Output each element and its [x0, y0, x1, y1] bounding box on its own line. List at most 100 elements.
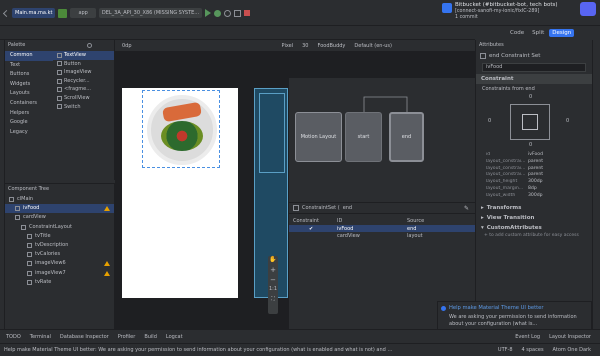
palette-category[interactable]: Widgets: [5, 80, 53, 90]
project-file-tab[interactable]: Main.ma.ma.kt: [12, 8, 56, 18]
right-tool-strip: [592, 40, 600, 340]
attribute-value[interactable]: 300dp: [528, 193, 543, 200]
attribute-key: id: [486, 152, 491, 157]
search-icon[interactable]: [87, 43, 92, 48]
warning-icon[interactable]: [104, 270, 110, 276]
zoom-in-icon[interactable]: +: [268, 266, 278, 276]
palette-item[interactable]: Recycler...: [53, 77, 114, 86]
table-row[interactable]: ✔ ivFood end: [289, 225, 475, 232]
attribute-row[interactable]: layout_margin... 8dp: [476, 186, 592, 193]
edit-icon[interactable]: ✎: [464, 205, 469, 212]
custom-attributes-section[interactable]: ▾ CustomAttributes: [476, 223, 592, 233]
device-select[interactable]: DEL_3A_API_30_X86 (MISSING SYSTE...: [98, 8, 203, 18]
run-config-select[interactable]: app: [70, 8, 96, 18]
api-dropdown[interactable]: 30: [299, 41, 311, 51]
debug-icon[interactable]: [214, 9, 222, 17]
profile-icon[interactable]: [224, 9, 232, 17]
terminal-tab[interactable]: Terminal: [30, 334, 51, 340]
attribute-row[interactable]: layout_constrai... parent: [476, 159, 592, 166]
device-dropdown[interactable]: Pixel: [279, 41, 297, 51]
tree-node[interactable]: tvTitle: [5, 232, 114, 241]
bitbucket-notification[interactable]: Bitbucket (#bitbucket-bot, tech bots) [c…: [440, 0, 600, 24]
theme-dropdown[interactable]: FoodBuddy: [315, 41, 349, 51]
table-row[interactable]: cardView layout: [289, 232, 475, 239]
tree-node[interactable]: imageView7: [5, 269, 114, 278]
end-constraint-card[interactable]: end: [389, 112, 424, 162]
motion-layout-card[interactable]: Motion Layout: [295, 112, 342, 162]
attribute-value[interactable]: parent: [528, 159, 543, 166]
start-constraint-card[interactable]: start: [345, 112, 382, 162]
attribute-row[interactable]: layout_width 300dp: [476, 193, 592, 200]
device-preview[interactable]: [122, 88, 238, 298]
palette-panel: Palette Common Text Buttons Widgets Layo…: [5, 40, 115, 180]
pan-icon[interactable]: ✋: [268, 256, 278, 266]
palette-category[interactable]: Containers: [5, 99, 53, 109]
split-view-button[interactable]: Split: [529, 29, 547, 37]
tree-node[interactable]: imageView6: [5, 259, 114, 268]
stop-icon[interactable]: [244, 10, 251, 16]
palette-category[interactable]: Buttons: [5, 70, 53, 80]
margin-right-value[interactable]: 0: [566, 118, 569, 124]
zoom-reset-icon[interactable]: 1:1: [268, 286, 278, 296]
palette-category[interactable]: Legacy: [5, 128, 53, 138]
palette-item[interactable]: Switch: [53, 103, 114, 112]
attribute-value[interactable]: ivFood: [528, 152, 543, 159]
palette-item[interactable]: Button: [53, 60, 114, 69]
zoom-label[interactable]: 0dp: [119, 41, 135, 51]
palette-category[interactable]: Layouts: [5, 89, 53, 99]
palette-item[interactable]: ScrollView: [53, 94, 114, 103]
zoom-out-icon[interactable]: −: [268, 276, 278, 286]
palette-item[interactable]: TextView: [53, 51, 114, 60]
indent-widget[interactable]: 4 spaces: [522, 347, 544, 353]
margin-top-value[interactable]: 0: [529, 94, 532, 100]
tree-node[interactable]: tvCalories: [5, 250, 114, 259]
back-icon[interactable]: [2, 9, 11, 17]
food-image[interactable]: [142, 90, 220, 168]
locale-dropdown[interactable]: Default (en-us): [351, 41, 395, 51]
tree-node[interactable]: clMain: [5, 195, 114, 204]
tree-node[interactable]: ConstraintLayout: [5, 223, 114, 232]
zoom-fit-icon[interactable]: ⛶: [268, 296, 278, 306]
attribute-row[interactable]: id ivFood: [476, 152, 592, 159]
event-log-tab[interactable]: Event Log: [515, 334, 540, 340]
warning-icon[interactable]: [104, 206, 110, 212]
design-view-button[interactable]: Design: [549, 29, 575, 37]
todo-tab[interactable]: TODO: [6, 334, 21, 340]
transforms-label: Transforms: [486, 204, 522, 211]
component-icon: [15, 215, 20, 221]
database-inspector-tab[interactable]: Database Inspector: [60, 334, 109, 340]
palette-category[interactable]: Common: [5, 51, 53, 61]
warning-icon[interactable]: [104, 261, 110, 267]
constraint-section[interactable]: Constraint: [476, 74, 592, 84]
hammer-icon[interactable]: [58, 8, 68, 18]
attribute-value[interactable]: 8dp: [528, 186, 537, 193]
attribute-value[interactable]: 300dp: [528, 179, 543, 186]
status-message[interactable]: Help make Material Theme UI better: We a…: [4, 347, 394, 353]
tree-node[interactable]: tvRate: [5, 278, 114, 287]
profiler-tab[interactable]: Profiler: [118, 334, 136, 340]
tree-node-label: imageView7: [35, 269, 66, 276]
sync-icon[interactable]: [234, 9, 242, 17]
palette-category[interactable]: Text: [5, 61, 53, 71]
margin-bottom-value[interactable]: 0: [529, 142, 532, 148]
view-transition-section[interactable]: ▸ View Transition: [476, 213, 592, 223]
palette-category[interactable]: Google: [5, 118, 53, 128]
run-icon[interactable]: [205, 9, 212, 17]
attribute-row[interactable]: layout_height 300dp: [476, 179, 592, 186]
theme-widget[interactable]: Atom One Dark: [553, 347, 591, 353]
transforms-section[interactable]: ▸ Transforms: [476, 203, 592, 213]
build-tab[interactable]: Build: [144, 334, 157, 340]
tree-node[interactable]: ivFood: [5, 204, 114, 214]
id-field[interactable]: ivFood: [482, 63, 586, 72]
tree-node[interactable]: tvDescription: [5, 241, 114, 250]
palette-item[interactable]: <fragme...: [53, 85, 114, 94]
code-view-button[interactable]: Code: [507, 29, 527, 37]
margin-left-value[interactable]: 0: [488, 118, 491, 124]
layout-inspector-tab[interactable]: Layout Inspector: [549, 334, 591, 340]
encoding-widget[interactable]: UTF-8: [498, 347, 513, 353]
palette-item[interactable]: ImageView: [53, 68, 114, 77]
tree-node[interactable]: cardView: [5, 213, 114, 222]
logcat-tab[interactable]: Logcat: [166, 334, 183, 340]
palette-category[interactable]: Helpers: [5, 109, 53, 119]
transition-arrow[interactable]: [363, 96, 409, 114]
